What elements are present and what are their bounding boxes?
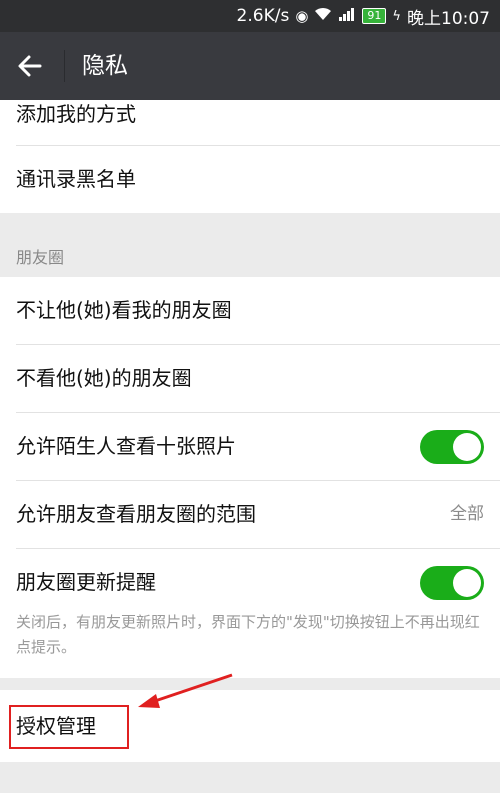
moments-range-value: 全部 [450,504,484,524]
title-bar: 隐私 [0,32,500,100]
list-item-label: 通讯录黑名单 [16,167,136,191]
update-reminder-toggle[interactable] [420,566,484,600]
battery-icon: 91 [362,8,387,24]
eye-icon: ◉ [295,7,309,25]
list-item-strangers-ten-photos[interactable]: 允许陌生人查看十张照片 [16,413,500,481]
list-item-label: 不让他(她)看我的朋友圈 [16,298,232,322]
list-item-contacts-blacklist[interactable]: 通讯录黑名单 [16,146,500,213]
page-title: 隐私 [82,53,128,79]
list-item-hide-their-moments[interactable]: 不看他(她)的朋友圈 [16,345,500,413]
toggle-knob [453,569,481,597]
status-bar: 2.6K/s ◉ 91 ϟ 晚上10:07 [0,0,500,32]
toggle-knob [453,433,481,461]
title-divider [64,50,65,82]
network-speed: 2.6K/s [236,6,290,26]
moments-group: 不让他(她)看我的朋友圈 不看他(她)的朋友圈 允许陌生人查看十张照片 允许朋友… [0,277,500,678]
list-item-label: 不看他(她)的朋友圈 [16,366,192,390]
list-item-label: 允许陌生人查看十张照片 [16,434,236,458]
list-item-hide-my-moments[interactable]: 不让他(她)看我的朋友圈 [16,277,500,345]
privacy-top-group: 添加我的方式 通讯录黑名单 [0,100,500,213]
list-item-moments-update-reminder[interactable]: 朋友圈更新提醒 [16,549,500,616]
strangers-photos-toggle[interactable] [420,430,484,464]
clock: 晚上10:07 [407,8,490,29]
annotation-highlight-box [9,705,129,749]
list-item-label: 添加我的方式 [16,102,136,126]
update-reminder-note: 关闭后，有朋友更新照片时，界面下方的"发现"切换按钮上不再出现红点提示。 [16,613,480,656]
wifi-icon [314,6,332,26]
list-item-label: 朋友圈更新提醒 [16,570,156,594]
back-arrow-icon[interactable] [14,50,46,82]
section-header-moments: 朋友圈 [16,248,65,267]
list-item-add-me-ways[interactable]: 添加我的方式 [16,100,500,146]
list-item-label: 允许朋友查看朋友圈的范围 [16,502,256,526]
signal-icon [338,6,356,26]
list-item-moments-range[interactable]: 允许朋友查看朋友圈的范围 全部 [16,481,500,549]
charging-icon: ϟ [392,8,401,24]
